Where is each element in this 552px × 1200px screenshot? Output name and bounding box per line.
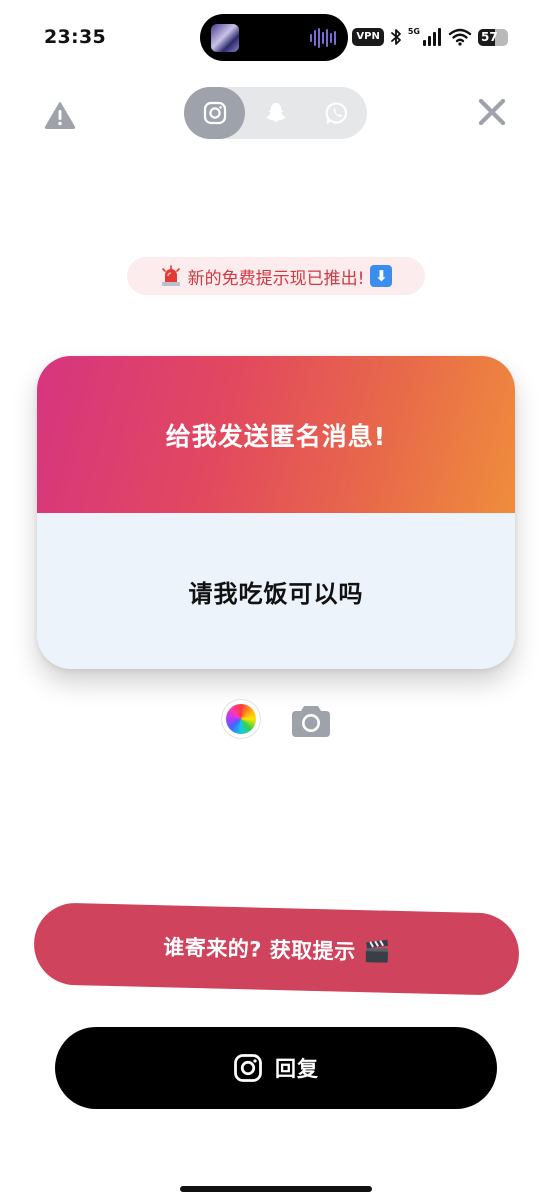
snapchat-ghost-icon — [265, 103, 286, 122]
camera-button[interactable] — [290, 699, 332, 741]
card-title: 给我发送匿名消息! — [165, 421, 387, 451]
clapper-board-emoji — [365, 939, 388, 963]
battery-indicator: 57 — [478, 28, 508, 46]
close-button[interactable] — [476, 96, 508, 128]
instagram-icon — [203, 101, 226, 125]
camera-icon — [292, 706, 330, 737]
tab-instagram[interactable] — [184, 87, 245, 139]
status-time: 23:35 — [44, 26, 106, 48]
home-indicator[interactable] — [180, 1186, 372, 1192]
status-bar: 23:35 VPN 5G 57 — [0, 0, 552, 74]
instagram-icon — [234, 1054, 262, 1082]
announcement-text: 新的免费提示现已推出! — [187, 268, 365, 289]
down-arrow-emoji: ⬇ — [370, 265, 393, 287]
whatsapp-icon — [325, 102, 347, 124]
hint-button-label: 谁寄来的? 获取提示 — [162, 935, 356, 964]
platform-switch — [184, 87, 367, 139]
battery-percent: 57 — [481, 30, 498, 44]
reply-button[interactable]: 回复 — [55, 1027, 497, 1109]
siren-emoji — [161, 265, 180, 286]
network-type: 5G — [407, 26, 420, 36]
card-header: 给我发送匿名消息! — [37, 356, 515, 513]
card-message: 请我吃饭可以吗 — [188, 579, 364, 608]
vpn-badge: VPN — [352, 28, 384, 46]
card-body: 请我吃饭可以吗 — [37, 513, 515, 669]
announcement-banner[interactable]: 新的免费提示现已推出! ⬇ — [127, 257, 425, 295]
get-hint-button[interactable]: 谁寄来的? 获取提示 — [33, 902, 520, 996]
now-playing-artwork — [211, 24, 239, 52]
reply-button-label: 回复 — [275, 1057, 319, 1081]
audio-wave-icon — [310, 27, 336, 49]
status-icons: VPN 5G 57 — [352, 24, 508, 50]
wifi-icon — [448, 28, 472, 46]
dynamic-island[interactable] — [200, 14, 348, 61]
tab-whatsapp[interactable] — [306, 87, 367, 139]
signal-icon — [423, 28, 441, 46]
report-button[interactable] — [44, 100, 76, 130]
bluetooth-icon — [390, 29, 401, 45]
tab-snapchat[interactable] — [245, 87, 306, 139]
close-x-icon — [478, 98, 506, 126]
warning-triangle-icon — [44, 102, 76, 129]
message-card: 给我发送匿名消息! 请我吃饭可以吗 — [37, 356, 515, 669]
color-picker-button[interactable] — [222, 700, 260, 738]
color-wheel-icon — [226, 704, 256, 734]
